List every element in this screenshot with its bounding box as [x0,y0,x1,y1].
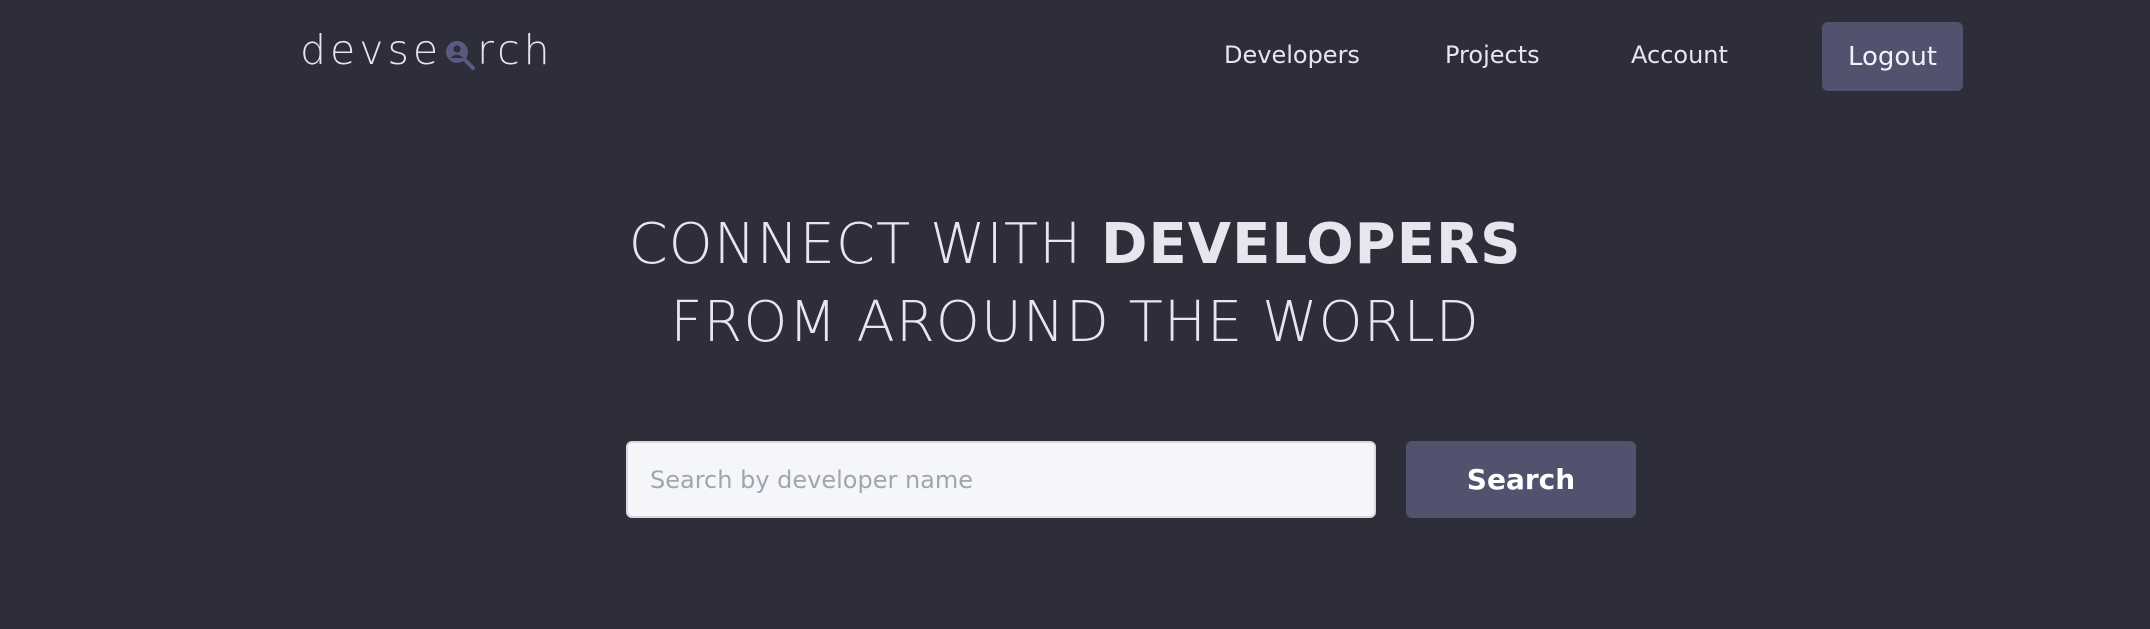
logout-button[interactable]: Logout [1822,22,1963,91]
nav-link-projects[interactable]: Projects [1445,38,1540,72]
nav-link-account[interactable]: Account [1631,38,1728,72]
hero-line-1-bold: DEVELOPERS [1101,212,1522,277]
search-button[interactable]: Search [1406,441,1636,518]
hero-title: CONNECT WITH DEVELOPERS FROM AROUND THE … [0,206,2150,362]
main-nav: Developers Projects Account Logout [0,0,2150,112]
hero-line-1: CONNECT WITH DEVELOPERS [0,206,2150,284]
nav-link-developers[interactable]: Developers [1224,38,1360,72]
search-input[interactable] [626,441,1376,518]
page: devse rch Developers Projects Account Lo… [0,0,2150,629]
hero-line-1-light: CONNECT WITH [628,212,1102,277]
hero-line-2: FROM AROUND THE WORLD [670,290,1480,355]
header: devse rch Developers Projects Account Lo… [0,0,2150,112]
